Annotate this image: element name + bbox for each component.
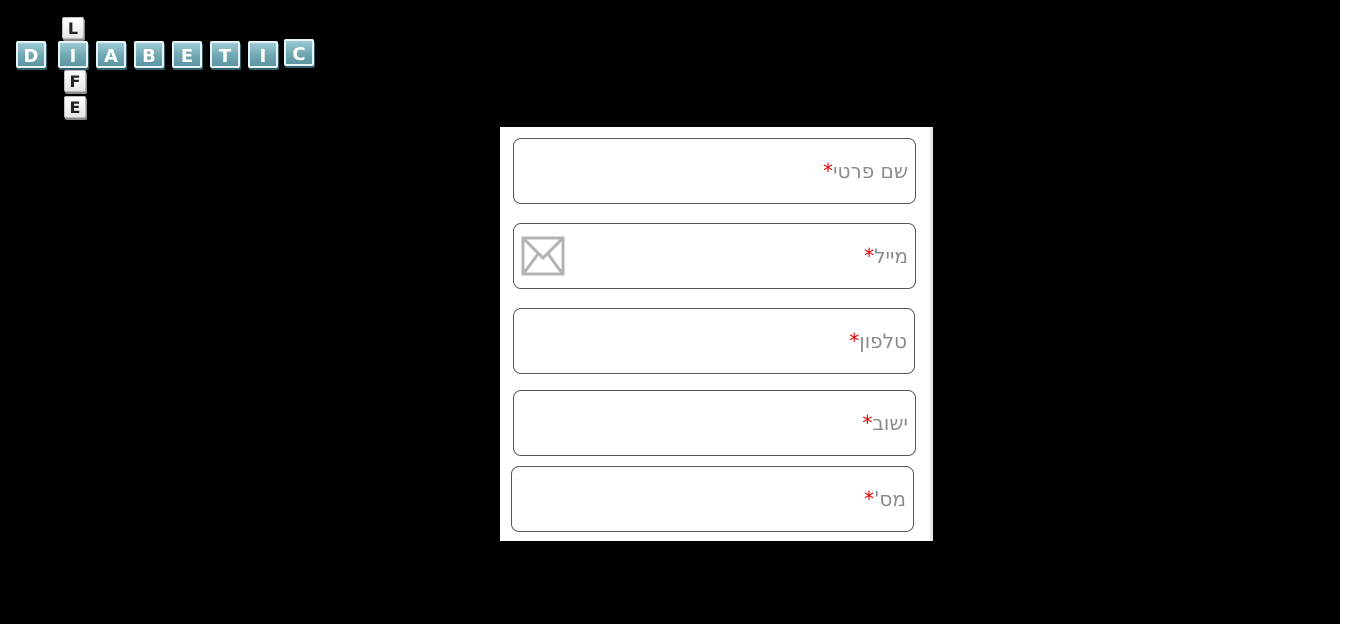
city-field[interactable]: ישוב*: [513, 390, 916, 456]
first-name-field[interactable]: שם פרטי*: [513, 138, 916, 204]
phone-field[interactable]: טלפון*: [513, 308, 915, 374]
diabetic-life-logo: D I A B E T I C L F E: [12, 14, 322, 126]
first-name-label: שם פרטי*: [822, 159, 908, 183]
city-label: ישוב*: [862, 411, 908, 435]
logo-tile-e-down: E: [64, 96, 86, 118]
logo-tile-e: E: [172, 41, 202, 68]
number-label: מס'*: [863, 487, 906, 511]
logo-tile-i2: I: [248, 41, 278, 68]
email-label: מייל*: [864, 244, 908, 268]
required-asterisk: *: [864, 244, 875, 268]
number-field[interactable]: מס'*: [511, 466, 914, 532]
logo-tile-a: A: [96, 41, 126, 68]
logo-tile-b: B: [134, 41, 164, 68]
mail-icon: [521, 236, 565, 276]
logo-tile-d: D: [16, 41, 46, 68]
contact-form: שם פרטי* מייל* טלפון* ישוב* מס'*: [500, 127, 933, 541]
logo-tile-f: F: [64, 70, 86, 92]
logo-tile-l: L: [62, 17, 84, 39]
required-asterisk: *: [863, 487, 874, 511]
email-field[interactable]: מייל*: [513, 223, 916, 289]
logo-tile-c: C: [284, 39, 314, 66]
required-asterisk: *: [862, 411, 873, 435]
required-asterisk: *: [849, 329, 860, 353]
logo-tile-i: I: [58, 41, 88, 68]
logo-tile-t: T: [210, 41, 240, 68]
required-asterisk: *: [822, 159, 833, 183]
phone-label: טלפון*: [849, 329, 907, 353]
